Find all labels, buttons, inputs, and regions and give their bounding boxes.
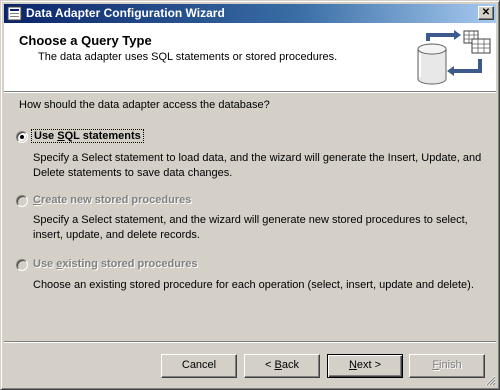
database-sync-icon [417,30,491,85]
wizard-app-icon [7,6,22,21]
option-label-existing-sp: Use existing stored procedures [33,258,197,270]
finish-button: Finish [409,354,485,378]
page-subtitle: The data adapter uses SQL statements or … [38,51,338,63]
option-description-create-sp: Specify a Select statement, and the wiza… [33,214,468,241]
close-icon: ✕ [481,7,491,18]
option-label-create-sp: Create new stored procedures [33,194,191,206]
button-label-part: inish [439,359,462,371]
option-description-use-sql: Specify a Select statement to load data,… [33,152,482,179]
page-title: Choose a Query Type [19,33,152,48]
footer-divider [4,341,496,343]
radio-create-stored-procedures [16,195,28,207]
window-title: Data Adapter Configuration Wizard [26,6,225,20]
size-grip-icon[interactable] [484,374,496,386]
radio-use-existing-stored-procedures [16,259,28,271]
option-description-existing-sp: Choose an existing stored procedure for … [33,279,474,291]
button-label-part: ext > [356,359,382,371]
option-label-use-sql[interactable]: Use SQL statements [31,129,144,143]
radio-use-sql-statements[interactable] [16,131,28,143]
access-key: S [57,130,65,142]
close-button[interactable]: ✕ [478,6,494,20]
access-key: C [33,194,41,206]
access-key: B [274,359,282,371]
radio-selected-dot [20,135,24,139]
access-question: How should the data adapter access the d… [19,99,270,111]
label-part: Use [34,130,58,142]
button-label-part: < [265,359,275,371]
wizard-header: Choose a Query Type The data adapter use… [4,23,496,93]
cancel-button[interactable]: Cancel [161,354,237,378]
title-bar[interactable]: Data Adapter Configuration Wizard ✕ [4,4,496,23]
label-part: QL statements [64,130,141,142]
access-key: N [348,359,357,371]
back-button[interactable]: < Back [244,354,320,378]
label-part: reate new stored procedures [40,194,192,206]
label-part: xisting stored procedures [62,258,198,270]
label-part: Use [33,258,57,270]
button-label-part: ack [281,359,299,371]
wizard-window: Data Adapter Configuration Wizard ✕ Choo… [0,0,500,390]
next-button[interactable]: Next > [327,354,403,378]
